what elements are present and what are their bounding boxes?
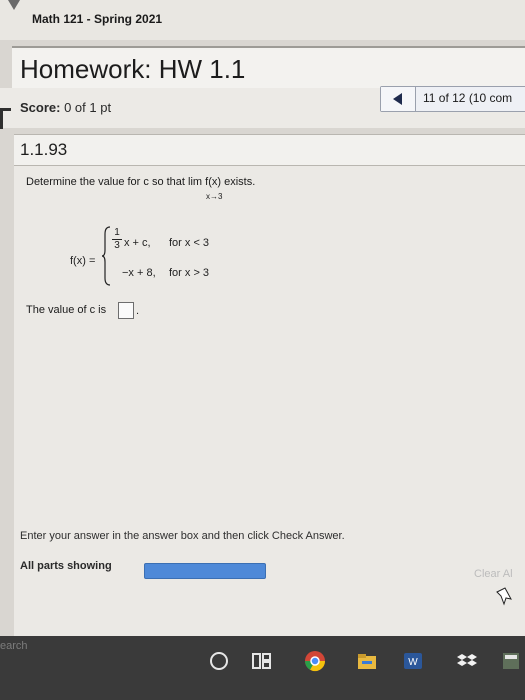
limit-subscript: x→3 bbox=[206, 192, 223, 201]
score-label: Score: bbox=[20, 100, 61, 115]
dropbox-icon[interactable] bbox=[456, 650, 478, 672]
answer-prompt: The value of c is bbox=[26, 304, 107, 316]
parts-progress-bar bbox=[144, 563, 266, 579]
task-view-icon[interactable] bbox=[250, 650, 272, 672]
cortana-icon[interactable] bbox=[210, 652, 228, 670]
score-value: 0 of 1 pt bbox=[64, 100, 112, 115]
question-navigator: 11 of 12 (10 com bbox=[380, 86, 525, 112]
question-position[interactable]: 11 of 12 (10 com bbox=[423, 91, 512, 105]
answer-suffix: . bbox=[136, 305, 140, 317]
left-arrow-icon bbox=[393, 93, 402, 105]
fraction-denominator: 3 bbox=[114, 240, 120, 251]
calculator-icon[interactable] bbox=[500, 650, 522, 672]
browser-topbar: Math 121 - Spring 2021 bbox=[0, 0, 525, 40]
panel-edge-mark bbox=[0, 108, 11, 129]
instructions-text: Enter your answer in the answer box and … bbox=[20, 530, 345, 542]
taskbar-search[interactable]: earch bbox=[0, 640, 28, 652]
fraction-numerator: 1 bbox=[114, 227, 120, 238]
previous-question-button[interactable] bbox=[381, 87, 416, 111]
problem-number-bar: 1.1.93 bbox=[14, 134, 525, 166]
svg-text:W: W bbox=[408, 657, 418, 668]
function-label: f(x) = bbox=[70, 255, 96, 267]
word-icon[interactable]: W bbox=[402, 650, 424, 672]
taskbar: earch W bbox=[0, 636, 525, 700]
parts-label: All parts showing bbox=[20, 560, 112, 572]
answer-input[interactable] bbox=[118, 302, 134, 319]
back-mark-icon bbox=[8, 0, 20, 10]
piece1-condition: for x < 3 bbox=[169, 237, 210, 249]
homework-title: Homework: HW 1.1 bbox=[20, 54, 246, 84]
clear-all-button[interactable]: Clear Al bbox=[474, 568, 525, 586]
chrome-icon[interactable] bbox=[304, 650, 326, 672]
fraction: 1 3 bbox=[112, 228, 122, 251]
course-title: Math 121 - Spring 2021 bbox=[32, 12, 163, 26]
piece2-expression: −x + 8, bbox=[122, 267, 156, 279]
homework-header: Homework: HW 1.1 bbox=[12, 46, 525, 91]
mouse-cursor-icon bbox=[496, 587, 512, 606]
problem-number: 1.1.93 bbox=[20, 140, 68, 159]
left-brace-icon bbox=[102, 226, 111, 286]
piece1-expression: x + c, bbox=[124, 237, 151, 249]
piece2-condition: for x > 3 bbox=[169, 267, 210, 279]
question-prompt: Determine the value for c so that lim f(… bbox=[26, 176, 256, 188]
score-display: Score: 0 of 1 pt bbox=[20, 100, 111, 115]
file-explorer-icon[interactable] bbox=[356, 650, 378, 672]
